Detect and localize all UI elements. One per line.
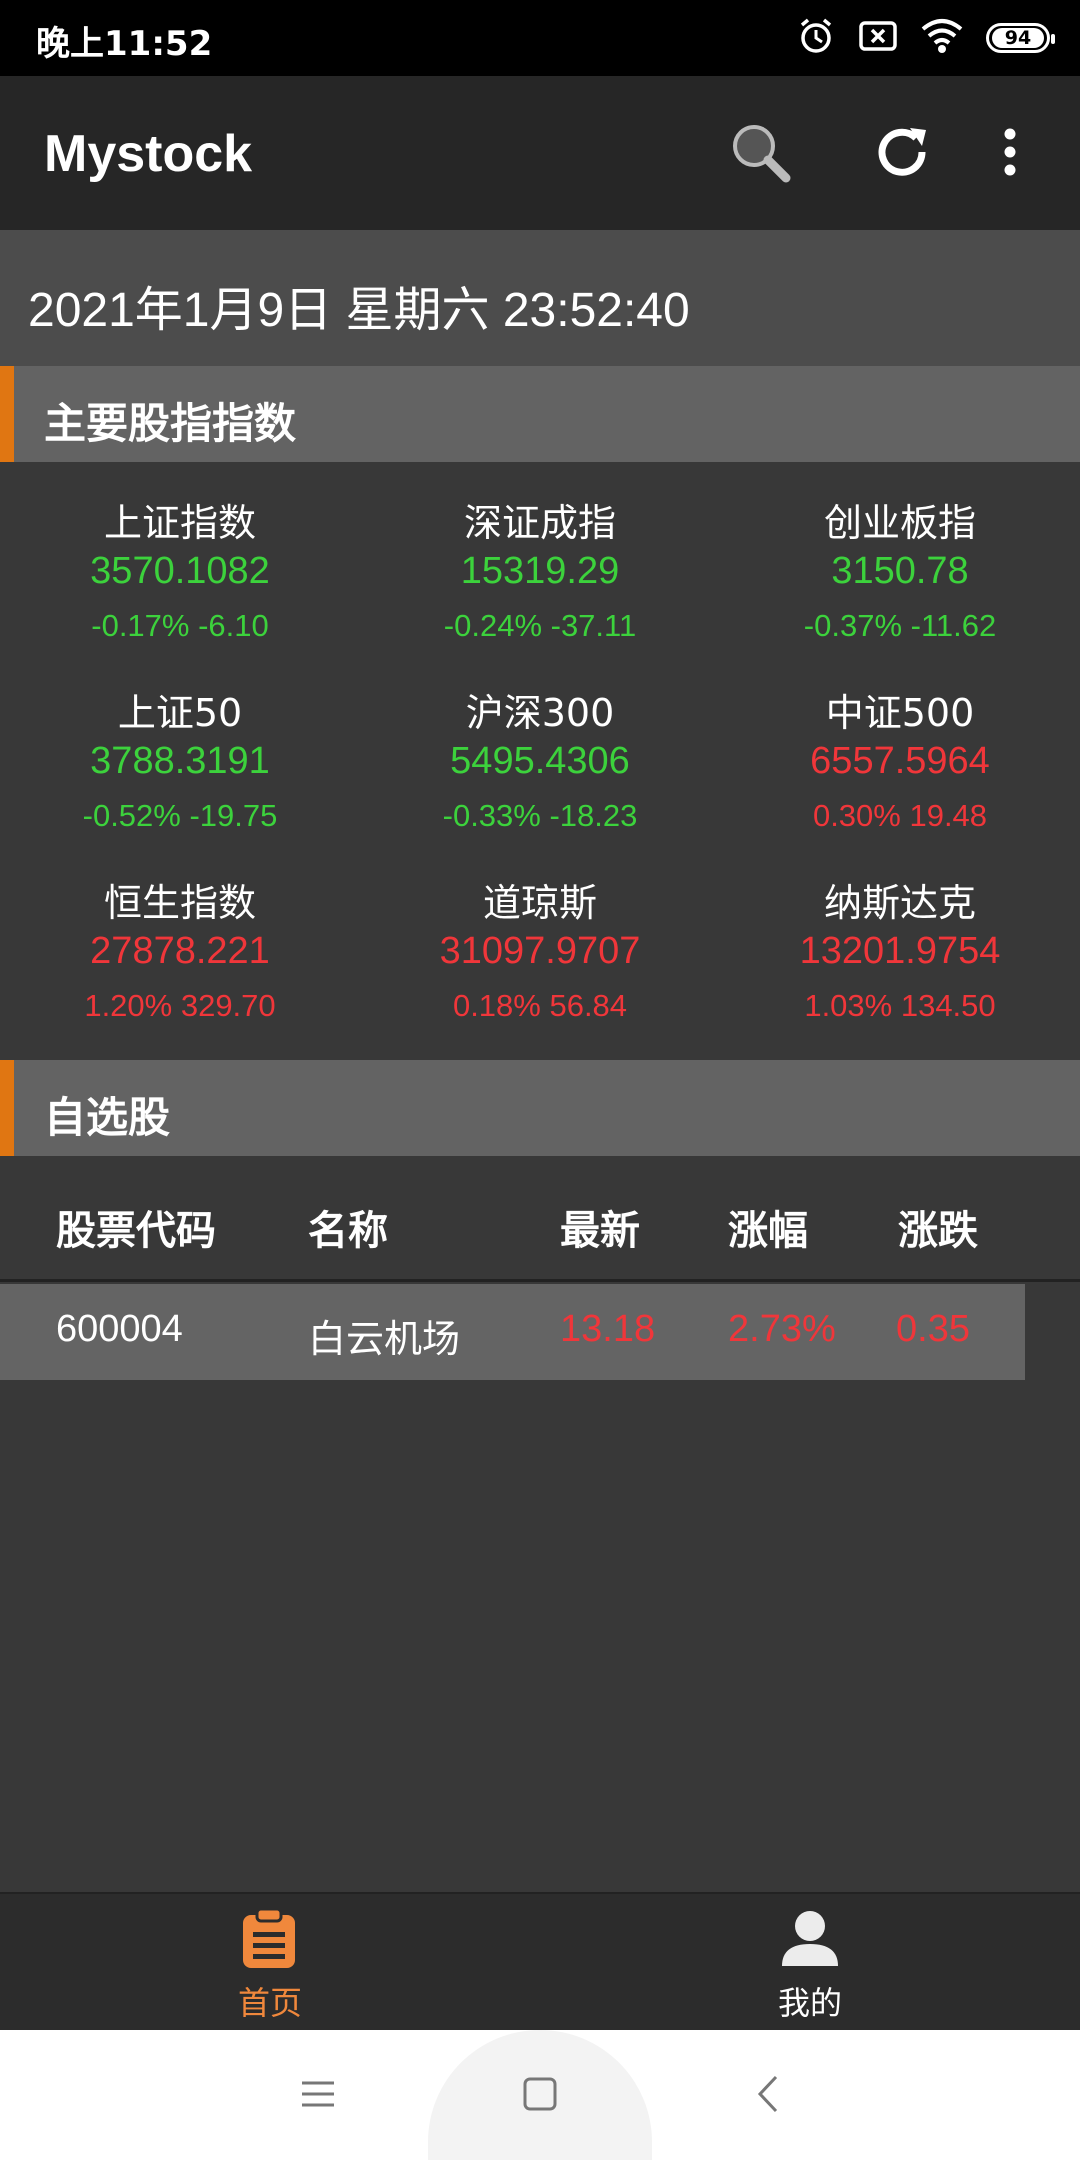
nav-profile-label: 我的 (777, 1984, 842, 2022)
status-icons: 94 (796, 14, 1055, 62)
system-back-button[interactable] (738, 2066, 798, 2126)
indices-section-title: 主要股指指数 (44, 399, 297, 448)
watchlist-section-title: 自选股 (44, 1093, 171, 1142)
stock-name: 白云机场 (308, 1319, 461, 1361)
index-name: 纳斯达克 (823, 881, 976, 925)
system-nav-bar (0, 2030, 1080, 2160)
battery-level: 94 (992, 27, 1044, 49)
index-card[interactable]: 恒生指数 27878.221 1.20% 329.70 (0, 842, 360, 1032)
empty-list-area (0, 1380, 1080, 1892)
index-name: 沪深300 (465, 691, 615, 735)
alarm-icon (796, 16, 836, 60)
back-icon (756, 2074, 780, 2118)
watchlist-header-row: 股票代码 名称 最新 涨幅 涨跌 (0, 1156, 1080, 1282)
index-card[interactable]: 道琼斯 31097.9707 0.18% 56.84 (360, 842, 720, 1032)
battery-icon: 94 (986, 23, 1055, 53)
index-change: -0.37% -11.62 (803, 608, 997, 643)
nav-home[interactable]: 首页 (0, 1894, 540, 2032)
more-options-button[interactable] (980, 114, 1040, 194)
index-value: 6557.5964 (810, 740, 990, 782)
index-change: -0.24% -37.11 (443, 608, 637, 643)
index-change: 0.18% 56.84 (452, 988, 628, 1023)
index-change: -0.52% -19.75 (82, 798, 278, 833)
menu-icon (300, 2079, 336, 2113)
index-value: 27878.221 (90, 930, 270, 972)
index-name: 中证500 (825, 691, 975, 735)
index-value: 3570.1082 (90, 550, 270, 592)
column-header-change[interactable]: 涨跌 (898, 1198, 978, 1256)
system-home-button[interactable] (510, 2066, 570, 2126)
stock-latest: 13.18 (560, 1308, 656, 1350)
index-card[interactable]: 纳斯达克 13201.9754 1.03% 134.50 (720, 842, 1080, 1032)
search-icon (726, 118, 794, 190)
column-header-code[interactable]: 股票代码 (56, 1198, 216, 1256)
refresh-button[interactable] (862, 114, 942, 194)
index-value: 5495.4306 (450, 740, 630, 782)
column-header-pct[interactable]: 涨幅 (728, 1198, 808, 1256)
status-time: 晚上11:52 (36, 24, 213, 64)
index-name: 道琼斯 (482, 881, 597, 925)
current-date-time: 2021年1月9日 星期六 23:52:40 (28, 284, 690, 337)
more-vert-icon (1000, 127, 1020, 181)
app-title: Mystock (44, 125, 253, 183)
index-change: -0.17% -6.10 (91, 608, 269, 643)
indices-section-header: 主要股指指数 (0, 366, 1080, 462)
index-card[interactable]: 沪深300 5495.4306 -0.33% -18.23 (360, 652, 720, 842)
clipboard-icon (240, 1907, 298, 1974)
index-card[interactable]: 上证50 3788.3191 -0.52% -19.75 (0, 652, 360, 842)
index-change: -0.33% -18.23 (442, 798, 638, 833)
stock-code: 600004 (56, 1308, 183, 1350)
home-icon (522, 2076, 558, 2116)
index-card[interactable]: 中证500 6557.5964 0.30% 19.48 (720, 652, 1080, 842)
status-bar: 晚上11:52 94 (0, 0, 1080, 76)
app-bar: Mystock (0, 76, 1080, 230)
table-row[interactable]: 600004 白云机场 13.18 2.73% 0.35 (0, 1284, 1025, 1382)
index-name: 创业板指 (823, 501, 976, 545)
date-row: 2021年1月9日 星期六 23:52:40 (0, 230, 1080, 366)
index-value: 15319.29 (460, 550, 620, 592)
stock-pct: 2.73% (728, 1308, 836, 1350)
index-value: 3788.3191 (90, 740, 270, 782)
section-accent-bar (0, 1060, 14, 1156)
index-change: 1.20% 329.70 (84, 988, 276, 1023)
index-name: 上证指数 (103, 501, 256, 545)
index-value: 3150.78 (831, 550, 969, 592)
index-name: 恒生指数 (103, 881, 256, 925)
nav-home-label: 首页 (237, 1984, 302, 2022)
refresh-icon (870, 120, 934, 188)
search-button[interactable] (720, 114, 800, 194)
index-card[interactable]: 上证指数 3570.1082 -0.17% -6.10 (0, 462, 360, 652)
index-change: 0.30% 19.48 (812, 798, 988, 833)
index-grid: 上证指数 3570.1082 -0.17% -6.10 深证成指 15319.2… (0, 462, 1080, 1060)
nav-profile[interactable]: 我的 (540, 1894, 1080, 2032)
column-header-name[interactable]: 名称 (308, 1198, 388, 1256)
index-name: 上证50 (117, 691, 243, 735)
index-name: 深证成指 (463, 501, 616, 545)
section-accent-bar (0, 366, 14, 462)
column-header-latest[interactable]: 最新 (560, 1198, 640, 1256)
bottom-nav: 首页 我的 (0, 1892, 1080, 2032)
wifi-icon (920, 17, 964, 59)
index-value: 13201.9754 (799, 930, 1001, 972)
index-value: 31097.9707 (439, 930, 641, 972)
index-card[interactable]: 深证成指 15319.29 -0.24% -37.11 (360, 462, 720, 652)
index-card[interactable]: 创业板指 3150.78 -0.37% -11.62 (720, 462, 1080, 652)
sim-off-icon (858, 19, 898, 57)
stock-change: 0.35 (896, 1308, 970, 1350)
system-menu-button[interactable] (288, 2066, 348, 2126)
index-change: 1.03% 134.50 (804, 988, 996, 1023)
person-icon (780, 1908, 840, 1972)
watchlist-section-header: 自选股 (0, 1060, 1080, 1156)
